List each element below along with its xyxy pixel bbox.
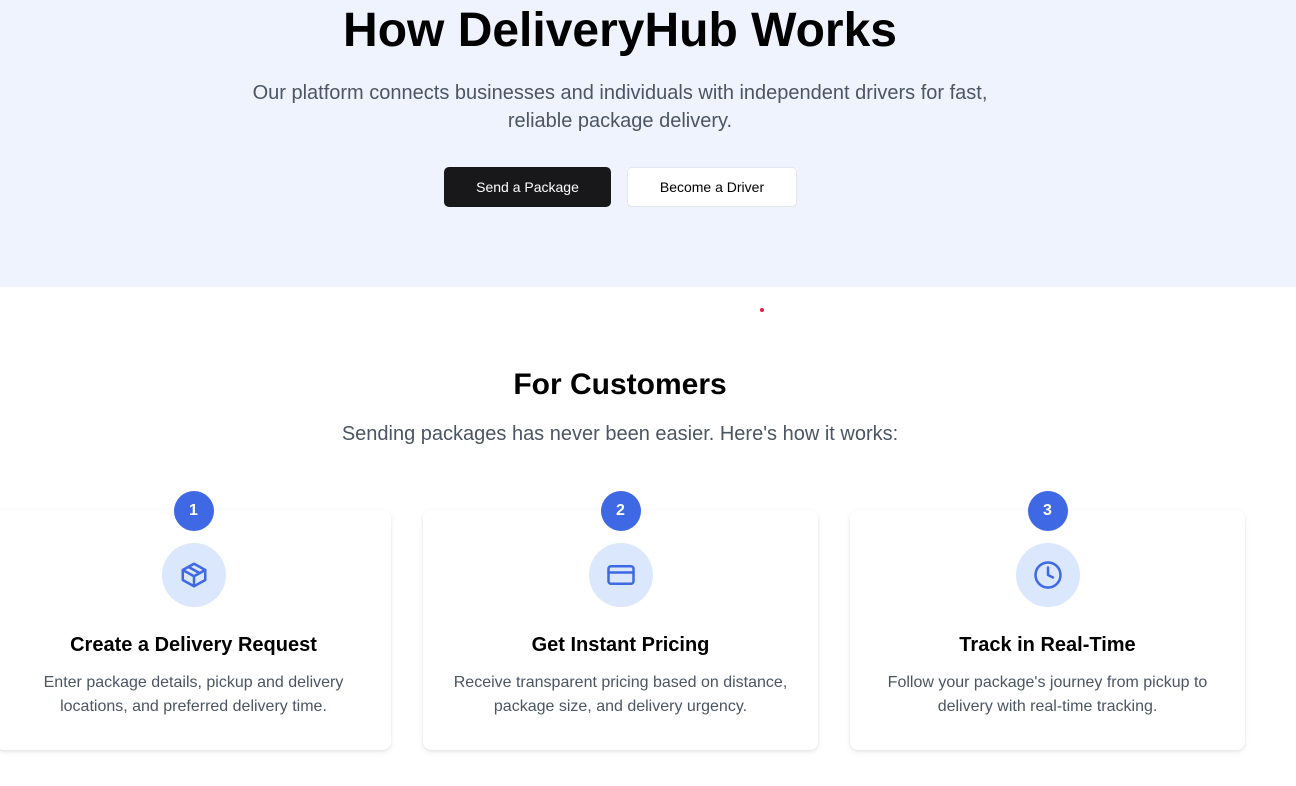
step-title: Get Instant Pricing xyxy=(531,634,710,656)
send-package-button[interactable]: Send a Package xyxy=(444,167,611,207)
step-number-badge: 3 xyxy=(1027,491,1068,531)
cursor-dot xyxy=(760,308,764,312)
customers-section-title: For Customers xyxy=(513,368,727,401)
hero-subtitle: Our platform connects businesses and ind… xyxy=(252,82,988,132)
step-card-create-request: 1 Create a Delivery Request Enter packag… xyxy=(0,491,391,750)
become-driver-button[interactable]: Become a Driver xyxy=(627,167,797,207)
step-number-badge: 2 xyxy=(600,491,641,531)
step-description: Receive transparent pricing based on dis… xyxy=(453,674,788,715)
package-icon xyxy=(161,543,226,607)
credit-card-icon xyxy=(588,543,653,607)
page-title: How DeliveryHub Works xyxy=(343,4,897,57)
step-description: Enter package details, pickup and delive… xyxy=(43,674,344,715)
customers-section-subtitle: Sending packages has never been easier. … xyxy=(341,423,899,445)
step-card-track-realtime: 3 Track in Real-Time Follow your package… xyxy=(850,491,1245,750)
hero-section: How DeliveryHub Works Our platform conne… xyxy=(0,0,1296,287)
step-card-instant-pricing: 2 Get Instant Pricing Receive transparen… xyxy=(423,491,818,750)
step-description: Follow your package's journey from picku… xyxy=(887,674,1208,715)
clock-icon xyxy=(1015,543,1080,607)
step-number-badge: 1 xyxy=(173,491,214,531)
step-title: Create a Delivery Request xyxy=(70,634,317,656)
step-title: Track in Real-Time xyxy=(959,634,1136,656)
